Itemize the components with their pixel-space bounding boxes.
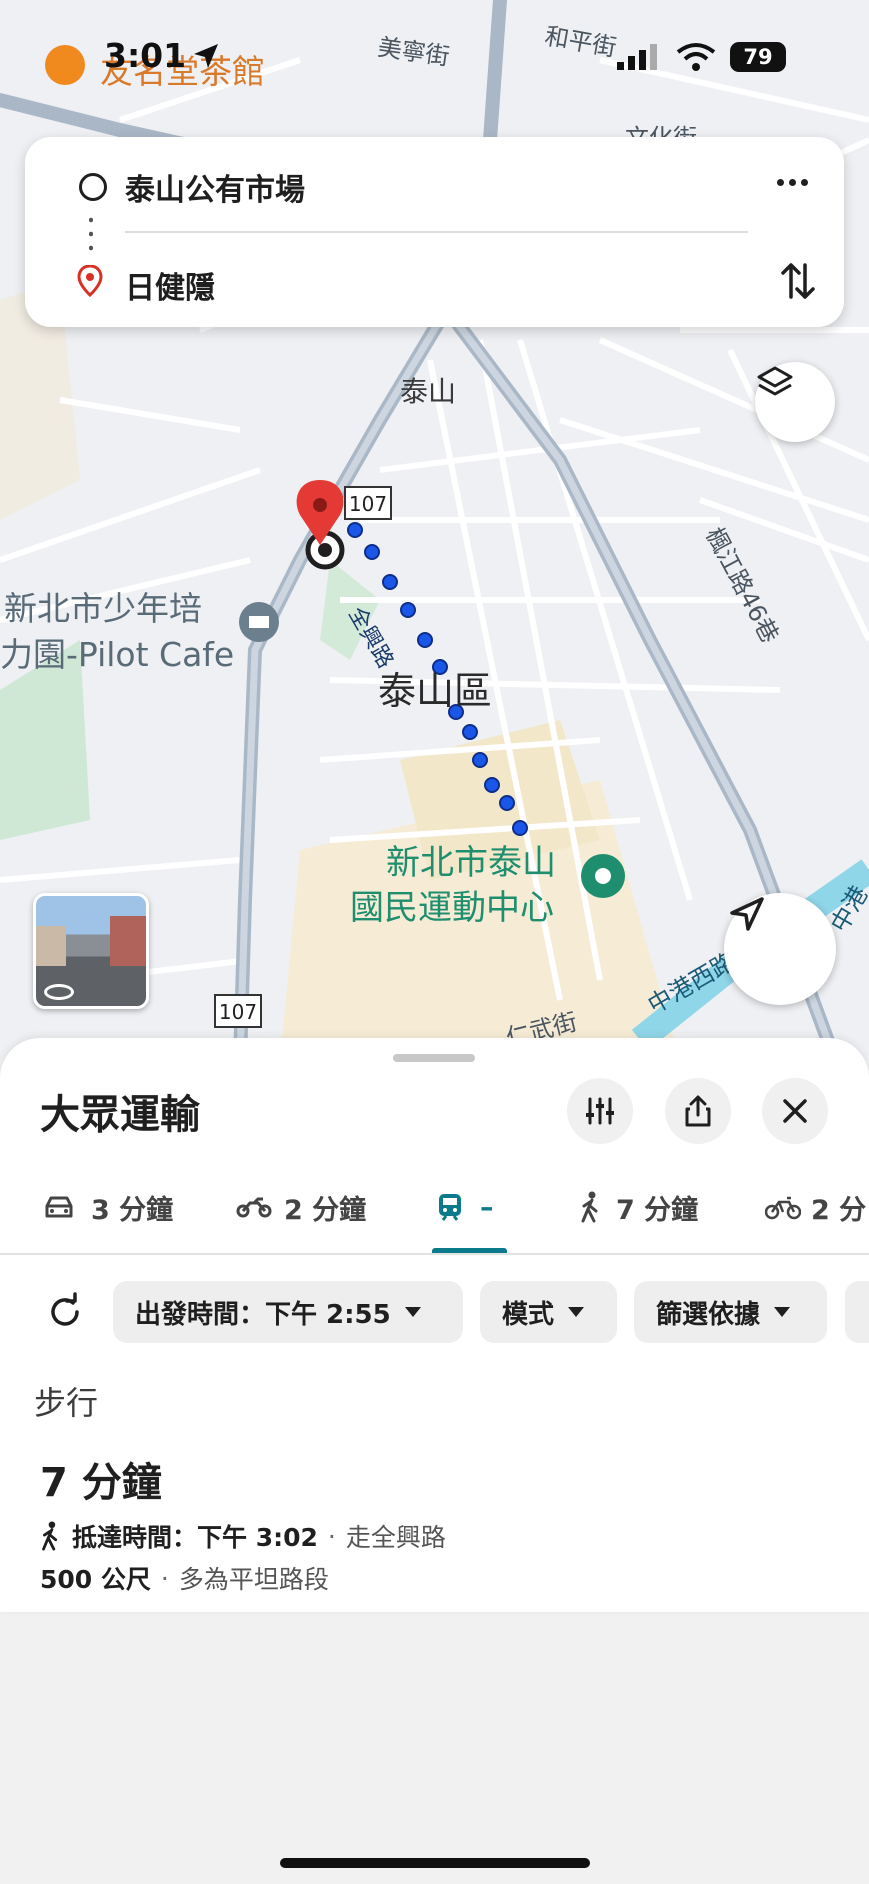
- route-shield-bottom: 107: [218, 1000, 258, 1024]
- mode-walk-time: 7 分鐘: [616, 1194, 699, 1226]
- route-result-card[interactable]: 7 分鐘 抵達時間：下午 3:02 · 走全興路 500 公尺 · 多為平坦路段: [0, 1440, 869, 1612]
- more-options-button[interactable]: [777, 167, 817, 197]
- more-dots-icon: [777, 178, 808, 186]
- mode-tab-transit[interactable]: –: [436, 1185, 494, 1229]
- divider: [125, 231, 748, 233]
- layers-icon: [757, 366, 793, 396]
- mode-transit-time: –: [480, 1191, 494, 1223]
- mode-tab-bike[interactable]: 2 分: [765, 1185, 866, 1229]
- close-button[interactable]: [762, 1078, 828, 1144]
- destination-field[interactable]: 日健隱: [125, 263, 215, 307]
- route-via: 走全興路: [345, 1523, 446, 1552]
- share-icon: [685, 1095, 711, 1127]
- origin-field[interactable]: 泰山公有市場: [125, 165, 305, 209]
- route-terrain: 多為平坦路段: [178, 1565, 329, 1594]
- status-time: 3:01: [104, 36, 187, 75]
- poi-pilot-cafe-line1[interactable]: 新北市少年培: [4, 582, 202, 630]
- transit-icon: [439, 1194, 461, 1221]
- poi-sports-center-line2[interactable]: 國民運動中心: [350, 880, 554, 929]
- chevron-down-icon: [568, 1307, 585, 1317]
- street-view-thumbnail[interactable]: [33, 893, 149, 1009]
- mode-tab-walk[interactable]: 7 分鐘: [580, 1185, 698, 1229]
- rotate-360-icon: [44, 984, 74, 1000]
- origin-circle-icon: [79, 173, 107, 201]
- battery-indicator: 79: [730, 42, 786, 72]
- place-taishan: 泰山: [400, 375, 457, 408]
- arrival-time: 抵達時間：下午 3:02: [72, 1523, 318, 1552]
- separator-dot: ·: [327, 1521, 336, 1551]
- wifi-icon: [676, 43, 716, 71]
- mode-drive-time: 3 分鐘: [91, 1194, 174, 1226]
- route-shield-top: 107: [348, 492, 388, 516]
- location-arrow-icon: [194, 44, 218, 68]
- mode-motorcycle-time: 2 分鐘: [284, 1194, 367, 1226]
- chevron-down-icon: [404, 1307, 421, 1317]
- navigation-arrow-icon: [730, 897, 764, 931]
- signal-icon: [617, 44, 657, 70]
- sort-by-chip[interactable]: 篩選依據: [634, 1281, 827, 1343]
- directions-card: 泰山公有市場 日健隱: [25, 137, 844, 327]
- separator-dot: ·: [160, 1563, 169, 1593]
- depart-time-chip[interactable]: 出發時間：下午 2:55: [113, 1281, 463, 1343]
- depart-time-label: 出發時間：下午 2:55: [135, 1299, 391, 1330]
- walk-icon: [581, 1191, 598, 1223]
- route-distance: 500 公尺: [40, 1565, 151, 1594]
- more-chip-edge[interactable]: [845, 1281, 869, 1343]
- arrival-row: 抵達時間：下午 3:02 · 走全興路: [40, 1518, 446, 1554]
- home-indicator: [280, 1858, 590, 1868]
- modes-divider: [0, 1253, 869, 1255]
- bike-icon: [765, 1196, 801, 1220]
- poi-sports-center-line1[interactable]: 新北市泰山: [386, 835, 556, 884]
- refresh-button[interactable]: [45, 1292, 85, 1332]
- mode-filter-label: 模式: [502, 1299, 555, 1330]
- car-icon: [45, 1196, 73, 1218]
- destination-pin-icon: [77, 265, 103, 297]
- layers-button[interactable]: [755, 362, 835, 442]
- status-bar: 3:01 79: [0, 36, 869, 86]
- section-title: 步行: [34, 1384, 99, 1422]
- mode-tab-drive[interactable]: 3 分鐘: [43, 1185, 173, 1229]
- walk-icon: [42, 1521, 58, 1551]
- district-label: 泰山區: [378, 669, 493, 713]
- sheet-title: 大眾運輸: [40, 1092, 200, 1138]
- chevron-down-icon: [774, 1307, 791, 1317]
- tune-icon: [586, 1097, 614, 1125]
- motorcycle-icon: [236, 1197, 272, 1218]
- sort-by-label: 篩選依據: [656, 1299, 761, 1330]
- navigate-button[interactable]: [724, 893, 836, 1005]
- distance-row: 500 公尺 · 多為平坦路段: [40, 1560, 329, 1596]
- share-button[interactable]: [665, 1078, 731, 1144]
- result-duration: 7 分鐘: [40, 1460, 162, 1506]
- poi-pilot-cafe-line2[interactable]: 力園-Pilot Cafe: [0, 628, 234, 676]
- route-options-button[interactable]: [567, 1078, 633, 1144]
- sheet-drag-handle[interactable]: [393, 1054, 475, 1062]
- battery-level: 79: [743, 45, 773, 69]
- route-connector-icon: [89, 213, 93, 253]
- mode-filter-chip[interactable]: 模式: [480, 1281, 617, 1343]
- mode-tab-motorcycle[interactable]: 2 分鐘: [236, 1185, 366, 1229]
- close-icon: [783, 1099, 807, 1123]
- swap-button[interactable]: [780, 259, 816, 303]
- mode-bike-time: 2 分: [811, 1194, 867, 1226]
